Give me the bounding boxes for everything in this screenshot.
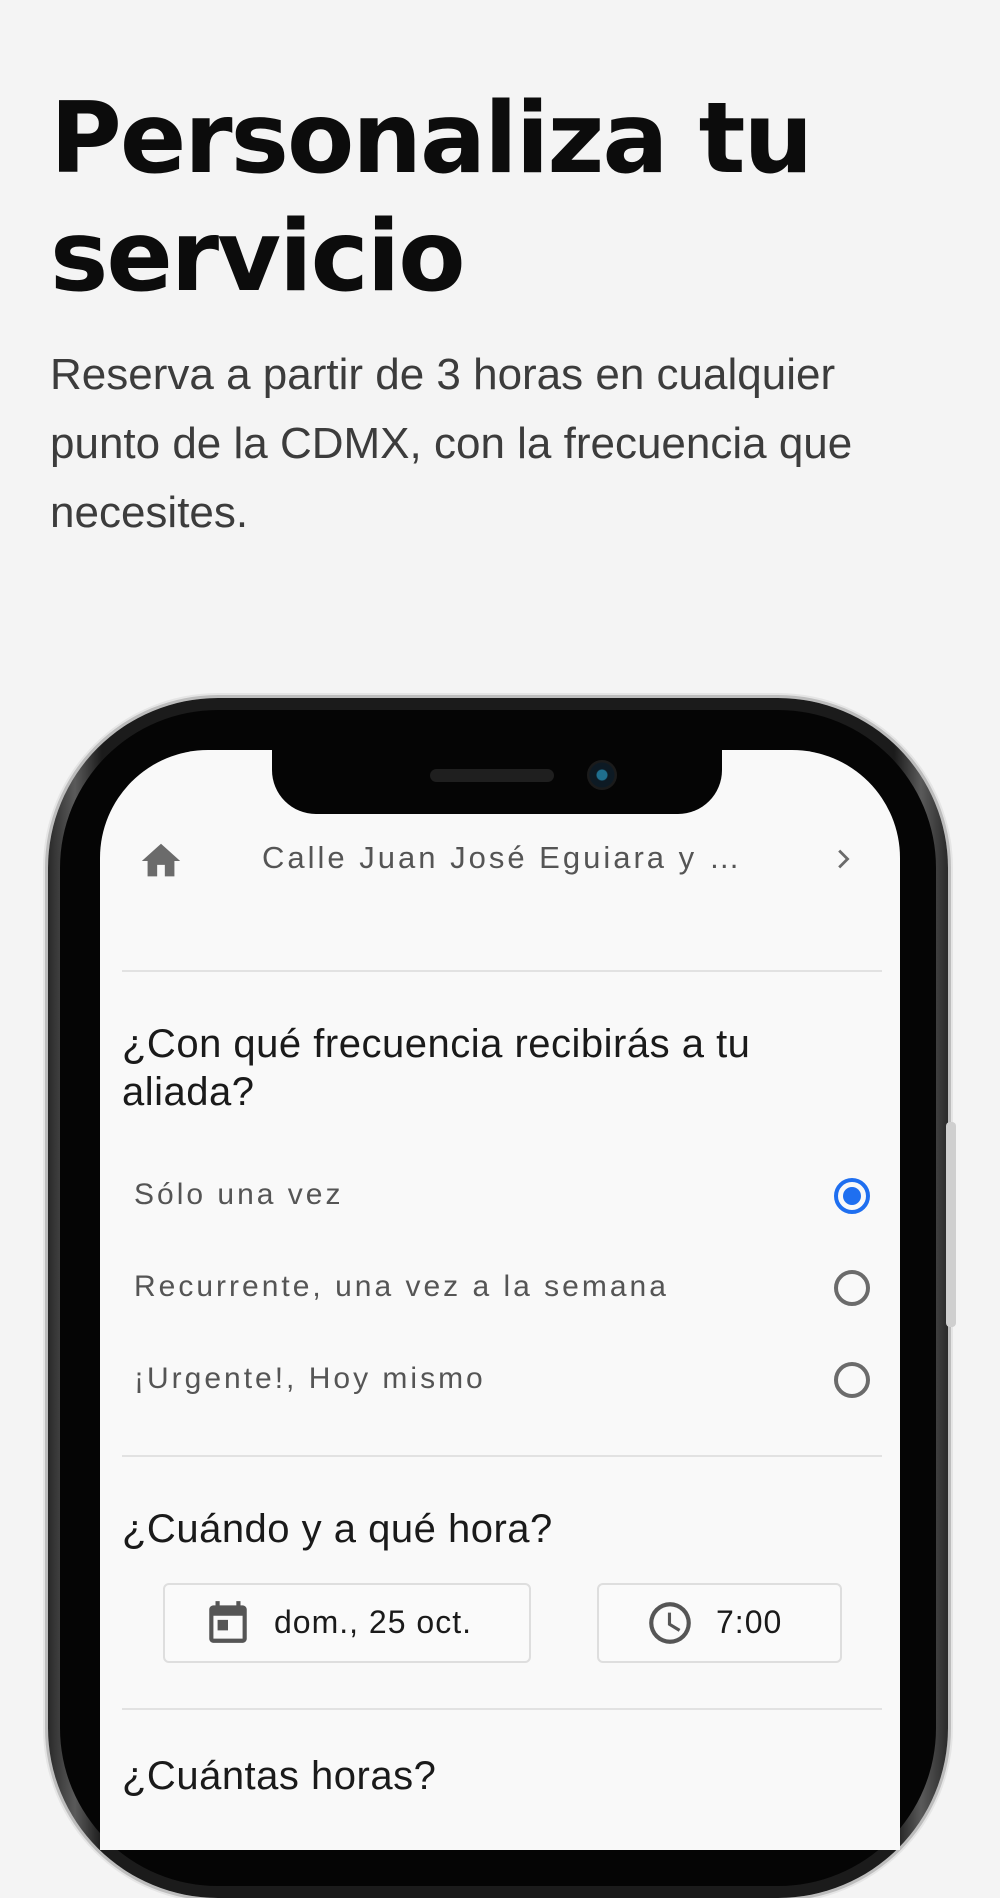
home-icon[interactable] [138,838,184,884]
option-weekly-radio[interactable] [834,1270,870,1306]
hours-question: ¿Cuántas horas? [122,1754,437,1798]
schedule-question: ¿Cuándo y a qué hora? [122,1507,553,1551]
option-once-label[interactable]: Sólo una vez [134,1178,343,1212]
frequency-question: ¿Con qué frecuencia recibirás a tu aliad… [122,1022,751,1114]
option-weekly-label[interactable]: Recurrente, una vez a la semana [134,1270,669,1304]
phone-side-button [946,1122,956,1327]
phone-camera [587,760,617,790]
option-urgent-label[interactable]: ¡Urgente!, Hoy mismo [134,1362,486,1396]
address-selector[interactable]: Calle Juan José Eguiara y … [262,840,782,876]
page-subtitle: Reserva a partir de 3 horas en cualquier… [50,350,853,537]
date-value[interactable]: dom., 25 oct. [274,1604,472,1641]
divider [122,1455,882,1457]
option-once-radio[interactable] [834,1178,870,1214]
calendar-icon [209,1601,247,1643]
divider [122,1708,882,1710]
divider [122,970,882,972]
chevron-right-icon[interactable] [828,842,862,876]
phone-speaker [430,769,554,782]
clock-icon [649,1602,691,1644]
page-title: Personaliza tu servicio [50,82,813,314]
option-urgent-radio[interactable] [834,1362,870,1398]
time-value[interactable]: 7:00 [716,1604,782,1641]
